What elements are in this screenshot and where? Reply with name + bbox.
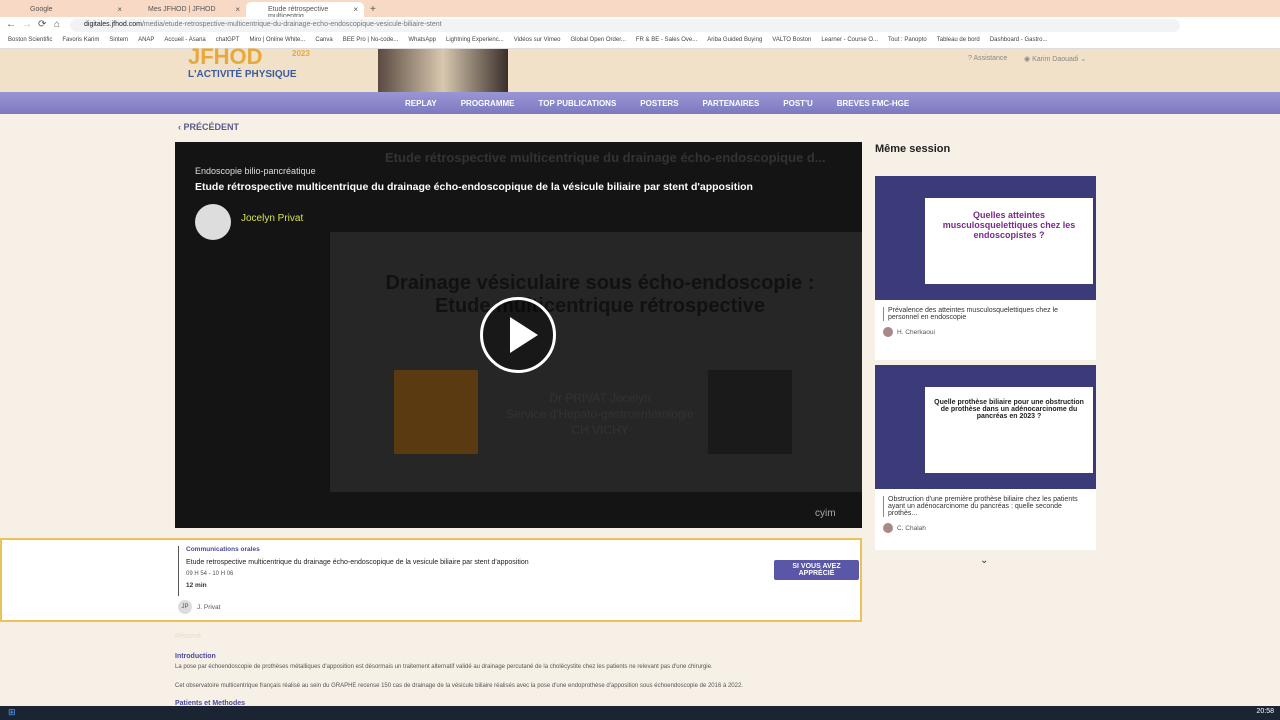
slide-author: Dr PRIVAT Jocelyn	[549, 391, 651, 405]
bookmark-item[interactable]: Boston Scientific	[8, 37, 52, 48]
header-illustration	[378, 49, 508, 92]
url-domain: digitales.jfhod.com	[84, 21, 142, 28]
session-card[interactable]: Quelles atteintes musculosquelettiques c…	[875, 176, 1096, 360]
video-bg-title: Etude rétrospective multicentrique du dr…	[385, 150, 826, 165]
url-path: /media/etude-retrospective-multicentriqu…	[141, 21, 442, 28]
user-menu[interactable]: ◉ Karim Daouadi ⌄	[1024, 55, 1086, 63]
talk-author[interactable]: J. Privat	[197, 604, 220, 611]
bookmark-item[interactable]: Vidéos sur Vimeo	[514, 37, 561, 48]
bookmark-item[interactable]: Tableau de bord	[937, 37, 980, 48]
thumbnail-slide-text: Quelle prothèse biliaire pour une obstru…	[934, 399, 1084, 420]
windows-start-icon[interactable]: ⊞	[8, 707, 16, 718]
session-name: Communications orales	[186, 546, 260, 553]
nav-item[interactable]: POSTERS	[640, 99, 678, 108]
nav-item[interactable]: PROGRAMME	[461, 99, 515, 108]
bookmark-item[interactable]: BEE Pro | No-code...	[343, 37, 399, 48]
assistance-link[interactable]: ? Assistance	[968, 55, 1007, 62]
bookmark-item[interactable]: ANAP	[138, 37, 154, 48]
logo-year: 2023	[292, 49, 310, 58]
main-nav: REPLAY PROGRAMME TOP PUBLICATIONS POSTERS PA…	[0, 92, 1280, 114]
tab-bar: Google × Mes JFHOD | JFHOD × Etude rétrosp…	[0, 0, 1280, 20]
reload-icon[interactable]: ⟳	[38, 19, 46, 30]
abstract-paragraph: La pose par échoendoscopie de prothèses …	[175, 664, 713, 670]
speaker-avatar	[195, 204, 231, 240]
assistance-label: Assistance	[973, 55, 1008, 62]
card-thumbnail: Quelles atteintes musculosquelettiques c…	[875, 176, 1096, 300]
thumbnail-slide-text: Quelles atteintes musculosquelettiques c…	[942, 210, 1076, 240]
speaker-name[interactable]: Jocelyn Privat	[241, 213, 303, 224]
abstract-paragraph: Cet observatoire multicentrique français…	[175, 683, 743, 689]
session-card[interactable]: Quelle prothèse biliaire pour une obstru…	[875, 365, 1096, 550]
player-brand: cyim	[815, 508, 836, 519]
card-title: Prévalence des atteintes musculosquelett…	[883, 307, 1088, 321]
tab-active[interactable]: Etude rétrospective multicentriq×	[246, 2, 364, 20]
nav-item[interactable]: TOP PUBLICATIONS	[539, 99, 617, 108]
video-title: Etude rétrospective multicentrique du dr…	[195, 181, 753, 193]
bookmark-item[interactable]: VALTO Boston	[772, 37, 811, 48]
card-author: H. Cherkaoui	[897, 328, 935, 336]
author-avatar	[883, 327, 893, 337]
taskbar: ⊞ 20:58	[0, 706, 1280, 720]
bookmark-item[interactable]: Tout : Panopto	[888, 37, 927, 48]
bookmark-item[interactable]: Favoris Karim	[62, 37, 99, 48]
close-icon[interactable]: ×	[353, 5, 358, 14]
bookmark-item[interactable]: Dashboard - Gastro...	[990, 37, 1048, 48]
nav-item[interactable]: BREVES FMC-HGE	[837, 99, 909, 108]
nav-item[interactable]: POST'U	[783, 99, 812, 108]
previous-label: PRÉCÉDENT	[183, 122, 240, 132]
like-button[interactable]: SI VOUS AVEZ APPRÉCIÉ	[774, 560, 859, 580]
previous-link[interactable]: ‹ PRÉCÉDENT	[178, 122, 239, 132]
play-icon	[510, 317, 538, 353]
nav-item[interactable]: PARTENAIRES	[703, 99, 760, 108]
card-thumbnail: Quelle prothèse biliaire pour une obstru…	[875, 365, 1096, 489]
logo-tagline: L'ACTIVITÉ PHYSIQUE	[188, 69, 297, 80]
video-player[interactable]: Etude rétrospective multicentrique du dr…	[175, 142, 862, 528]
tab-label: Google	[30, 6, 53, 13]
event-logo[interactable]: JFHOD L'ACTIVITÉ PHYSIQUE 2023	[188, 46, 508, 92]
author-avatar: JP	[178, 600, 192, 614]
talk-time: 09 H 54 - 10 H 06	[186, 571, 234, 577]
chevron-down-icon[interactable]: ⌄	[980, 555, 988, 566]
address-bar[interactable]: digitales.jfhod.com/media/etude-retrospe…	[70, 19, 1180, 32]
back-icon[interactable]: ←	[6, 19, 16, 30]
talk-title: Etude retrospective multicentrique du dr…	[186, 559, 529, 566]
bookmark-item[interactable]: Sintem	[109, 37, 128, 48]
clock: 20:58	[1256, 708, 1274, 715]
play-button[interactable]	[480, 297, 556, 373]
video-category: Endoscopie bilio-pancréatique	[195, 166, 316, 176]
bookmark-item[interactable]: Ariba Guided Buying	[707, 37, 762, 48]
same-session-title: Même session	[875, 143, 951, 155]
slide-place: CH VICHY	[571, 423, 629, 437]
bookmark-item[interactable]: Global Open Order...	[571, 37, 626, 48]
card-title: Obstruction d'une première prothèse bili…	[883, 496, 1088, 517]
forward-icon[interactable]: →	[22, 19, 32, 30]
card-author: C. Chalah	[897, 524, 926, 532]
close-icon[interactable]: ×	[235, 5, 240, 14]
slide: Drainage vésiculaire sous écho-endoscopi…	[330, 232, 862, 492]
bookmark-item[interactable]: FR & BE - Sales Ove...	[636, 37, 697, 48]
bookmark-item[interactable]: Lightning Experienc...	[446, 37, 504, 48]
slide-service: Service d'Hépato-gastroentérologie	[506, 407, 694, 421]
slide-title: Drainage vésiculaire sous écho-endoscopi…	[385, 272, 815, 317]
slide-logo	[708, 370, 792, 454]
slide-logo	[394, 370, 478, 454]
author-avatar	[883, 523, 893, 533]
talk-info-card: Communications orales Etude retrospectiv…	[0, 538, 862, 622]
bookmark-item[interactable]: Canva	[315, 37, 332, 48]
intro-heading: Introduction	[175, 653, 216, 660]
user-name: Karim Daouadi	[1032, 56, 1079, 63]
bookmark-item[interactable]: Learner - Course O...	[821, 37, 878, 48]
close-icon[interactable]: ×	[117, 5, 122, 14]
tab-label: Mes JFHOD | JFHOD	[148, 6, 216, 13]
talk-duration: 12 min	[186, 582, 207, 589]
nav-item[interactable]: REPLAY	[405, 99, 437, 108]
abstract-label: Résumé	[175, 633, 202, 640]
new-tab-button[interactable]: +	[366, 0, 376, 15]
tab-jfhod[interactable]: Mes JFHOD | JFHOD ×	[126, 2, 246, 17]
home-icon[interactable]: ⌂	[54, 19, 60, 30]
tab-google[interactable]: Google ×	[8, 2, 128, 17]
bookmark-item[interactable]: WhatsApp	[408, 37, 436, 48]
